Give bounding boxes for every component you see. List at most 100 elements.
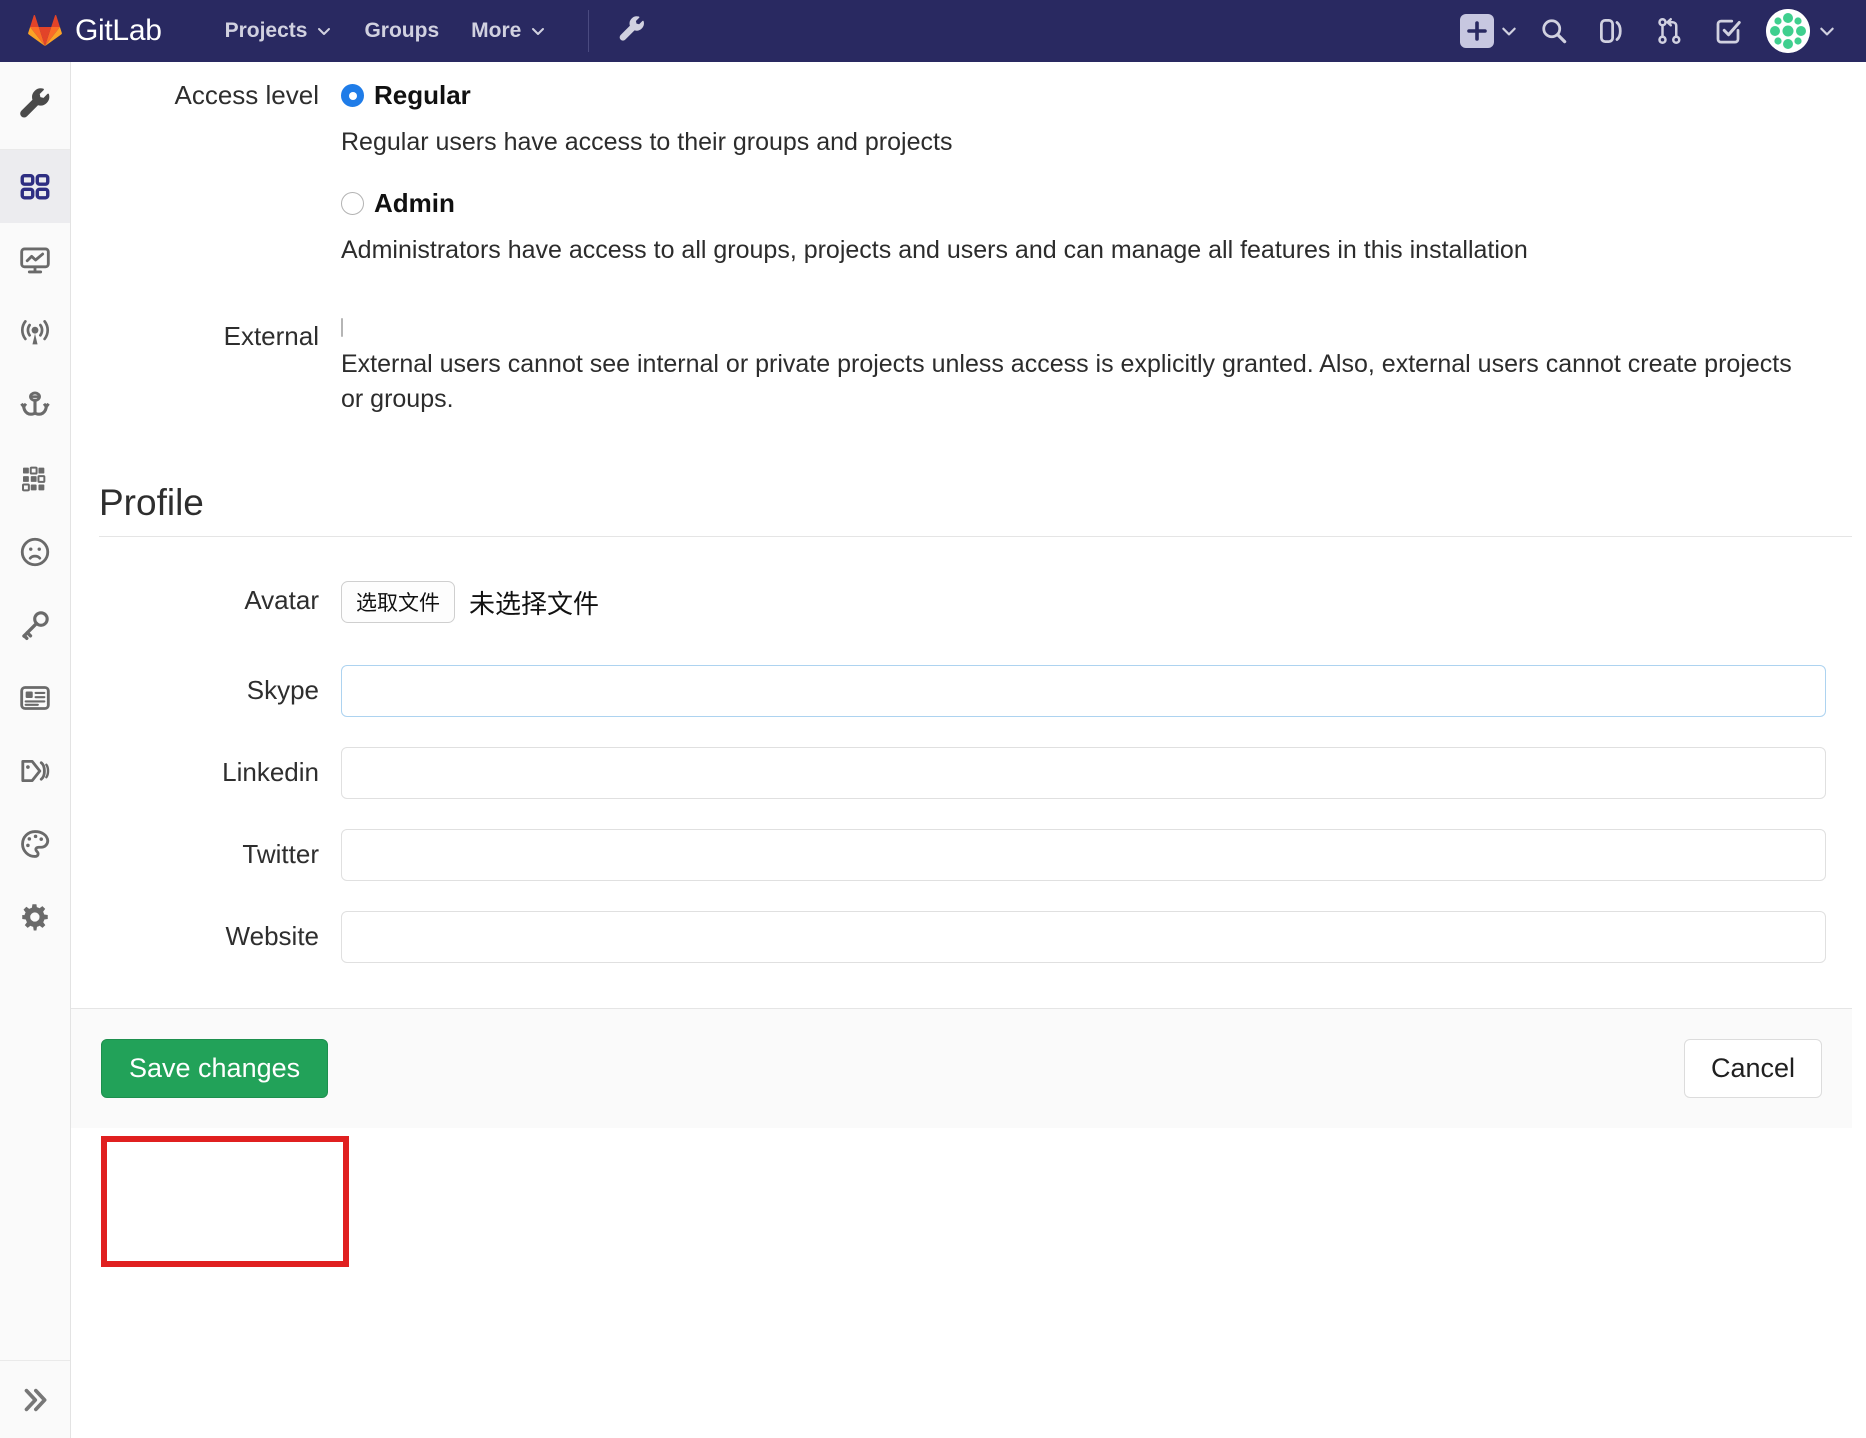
broadcast-icon — [21, 319, 49, 344]
sidebar-item-appearance[interactable] — [0, 807, 70, 880]
wrench-icon — [619, 16, 645, 41]
linkedin-row: Linkedin — [71, 717, 1866, 799]
profile-heading: Profile — [99, 482, 204, 523]
access-level-option-admin[interactable]: Admin — [341, 188, 1826, 219]
cancel-button[interactable]: Cancel — [1683, 1039, 1822, 1098]
file-status-text: 未选择文件 — [469, 589, 600, 620]
nav-divider — [588, 10, 590, 52]
radio-admin-label: Admin — [374, 187, 455, 218]
access-level-option-regular[interactable]: Regular — [341, 80, 1826, 111]
chevron-double-right-icon — [24, 1388, 47, 1411]
save-changes-button[interactable]: Save changes — [101, 1039, 329, 1098]
sidebar-item-applications[interactable] — [0, 369, 70, 442]
nav-item-more[interactable]: More — [455, 11, 562, 51]
form-actions-wrapper: Save changes Cancel — [71, 1008, 1866, 1128]
website-label: Website — [225, 921, 319, 951]
nav-item-more-label: More — [471, 19, 522, 42]
twitter-label: Twitter — [242, 839, 319, 869]
external-checkbox[interactable] — [341, 318, 343, 337]
linkedin-label: Linkedin — [222, 757, 319, 787]
external-label: External — [223, 321, 319, 351]
sidebar-item-labels[interactable] — [0, 734, 70, 807]
website-field — [341, 911, 1866, 963]
sidebar-item-settings[interactable] — [0, 880, 70, 953]
monitor-icon — [20, 247, 50, 273]
radio-regular[interactable] — [341, 84, 364, 107]
access-level-regular-description: Regular users have access to their group… — [341, 128, 953, 156]
chevron-down-icon — [1820, 27, 1834, 36]
chevron-down-icon — [1502, 27, 1516, 36]
radio-admin[interactable] — [341, 191, 364, 215]
sad-face-icon — [20, 537, 50, 566]
user-menu-button[interactable] — [1766, 9, 1836, 53]
skype-label: Skype — [246, 675, 319, 705]
access-level-admin-description: Administrators have access to all groups… — [341, 235, 1528, 264]
gitlab-logo-icon — [28, 15, 62, 47]
top-navbar: GitLab Projects Groups More — [0, 0, 1866, 62]
avatar-row: Avatar 选取文件 未选择文件 — [71, 537, 1866, 623]
labels-icon — [21, 759, 50, 782]
avatar-field: 选取文件 未选择文件 — [341, 581, 1866, 623]
primary-nav: Projects Groups More — [209, 10, 590, 52]
twitter-field — [341, 829, 1866, 881]
external-row: External External users cannot see inter… — [71, 267, 1866, 416]
nav-item-projects-label: Projects — [224, 19, 308, 42]
new-item-button[interactable] — [1456, 14, 1522, 48]
avatar-label: Avatar — [244, 585, 319, 615]
choose-file-button[interactable]: 选取文件 — [341, 581, 455, 623]
sidebar-item-sad-face[interactable] — [0, 515, 70, 588]
wrench-icon — [20, 87, 50, 117]
search-button[interactable] — [1528, 5, 1580, 57]
twitter-row: Twitter — [71, 799, 1866, 881]
todos-icon — [1716, 19, 1741, 44]
skype-field — [341, 665, 1866, 717]
anchor-icon — [20, 391, 50, 416]
plus-icon — [1460, 14, 1494, 48]
sidebar-item-overview[interactable] — [0, 150, 70, 223]
linkedin-field — [341, 747, 1866, 799]
sidebar-item-abuse-reports[interactable] — [0, 442, 70, 515]
issues-button[interactable] — [1586, 5, 1638, 57]
skype-input[interactable] — [341, 665, 1826, 717]
chevron-down-icon — [318, 28, 331, 35]
todos-button[interactable] — [1702, 5, 1754, 57]
linkedin-input[interactable] — [341, 747, 1826, 799]
access-level-label: Access level — [174, 80, 320, 110]
palette-icon — [21, 829, 50, 858]
sidebar-context-admin[interactable] — [0, 62, 70, 150]
merge-requests-button[interactable] — [1644, 5, 1696, 57]
sidebar-item-deploy-keys[interactable] — [0, 588, 70, 661]
nav-item-groups-label: Groups — [364, 19, 440, 42]
profile-section-header: Profile — [71, 416, 1866, 537]
left-sidebar — [0, 62, 71, 1438]
brand-title: GitLab — [75, 14, 162, 47]
search-icon — [1542, 19, 1567, 44]
template-icon — [20, 685, 50, 710]
website-input[interactable] — [341, 911, 1826, 963]
admin-area-button[interactable] — [617, 16, 647, 46]
radio-regular-label: Regular — [374, 80, 471, 110]
gear-icon — [22, 903, 48, 930]
merge-requests-icon — [1658, 17, 1681, 45]
access-level-row: Access level Regular Regular users have … — [71, 62, 1866, 267]
external-field: External users cannot see internal or pr… — [341, 318, 1866, 416]
external-description: External users cannot see internal or pr… — [341, 350, 1792, 413]
website-row: Website — [71, 881, 1866, 963]
dashboard-icon — [20, 173, 50, 199]
chevron-down-icon — [532, 28, 545, 35]
navbar-right-actions — [1456, 5, 1836, 57]
twitter-input[interactable] — [341, 829, 1826, 881]
form-actions-bar: Save changes Cancel — [71, 1008, 1852, 1128]
nav-item-groups[interactable]: Groups — [348, 11, 455, 51]
gitlab-brand[interactable]: GitLab — [28, 14, 162, 48]
main-content: Access level Regular Regular users have … — [71, 62, 1866, 1438]
sidebar-item-system-hooks[interactable] — [0, 296, 70, 369]
avatar-file-input[interactable]: 选取文件 未选择文件 — [341, 581, 1826, 623]
access-level-options: Regular Regular users have access to the… — [341, 80, 1866, 267]
avatar — [1766, 9, 1810, 53]
sidebar-item-monitoring[interactable] — [0, 223, 70, 296]
sidebar-collapse-toggle[interactable] — [0, 1360, 70, 1438]
nav-item-projects[interactable]: Projects — [209, 11, 349, 51]
sidebar-item-service-templates[interactable] — [0, 661, 70, 734]
grid-apps-icon — [22, 466, 46, 491]
